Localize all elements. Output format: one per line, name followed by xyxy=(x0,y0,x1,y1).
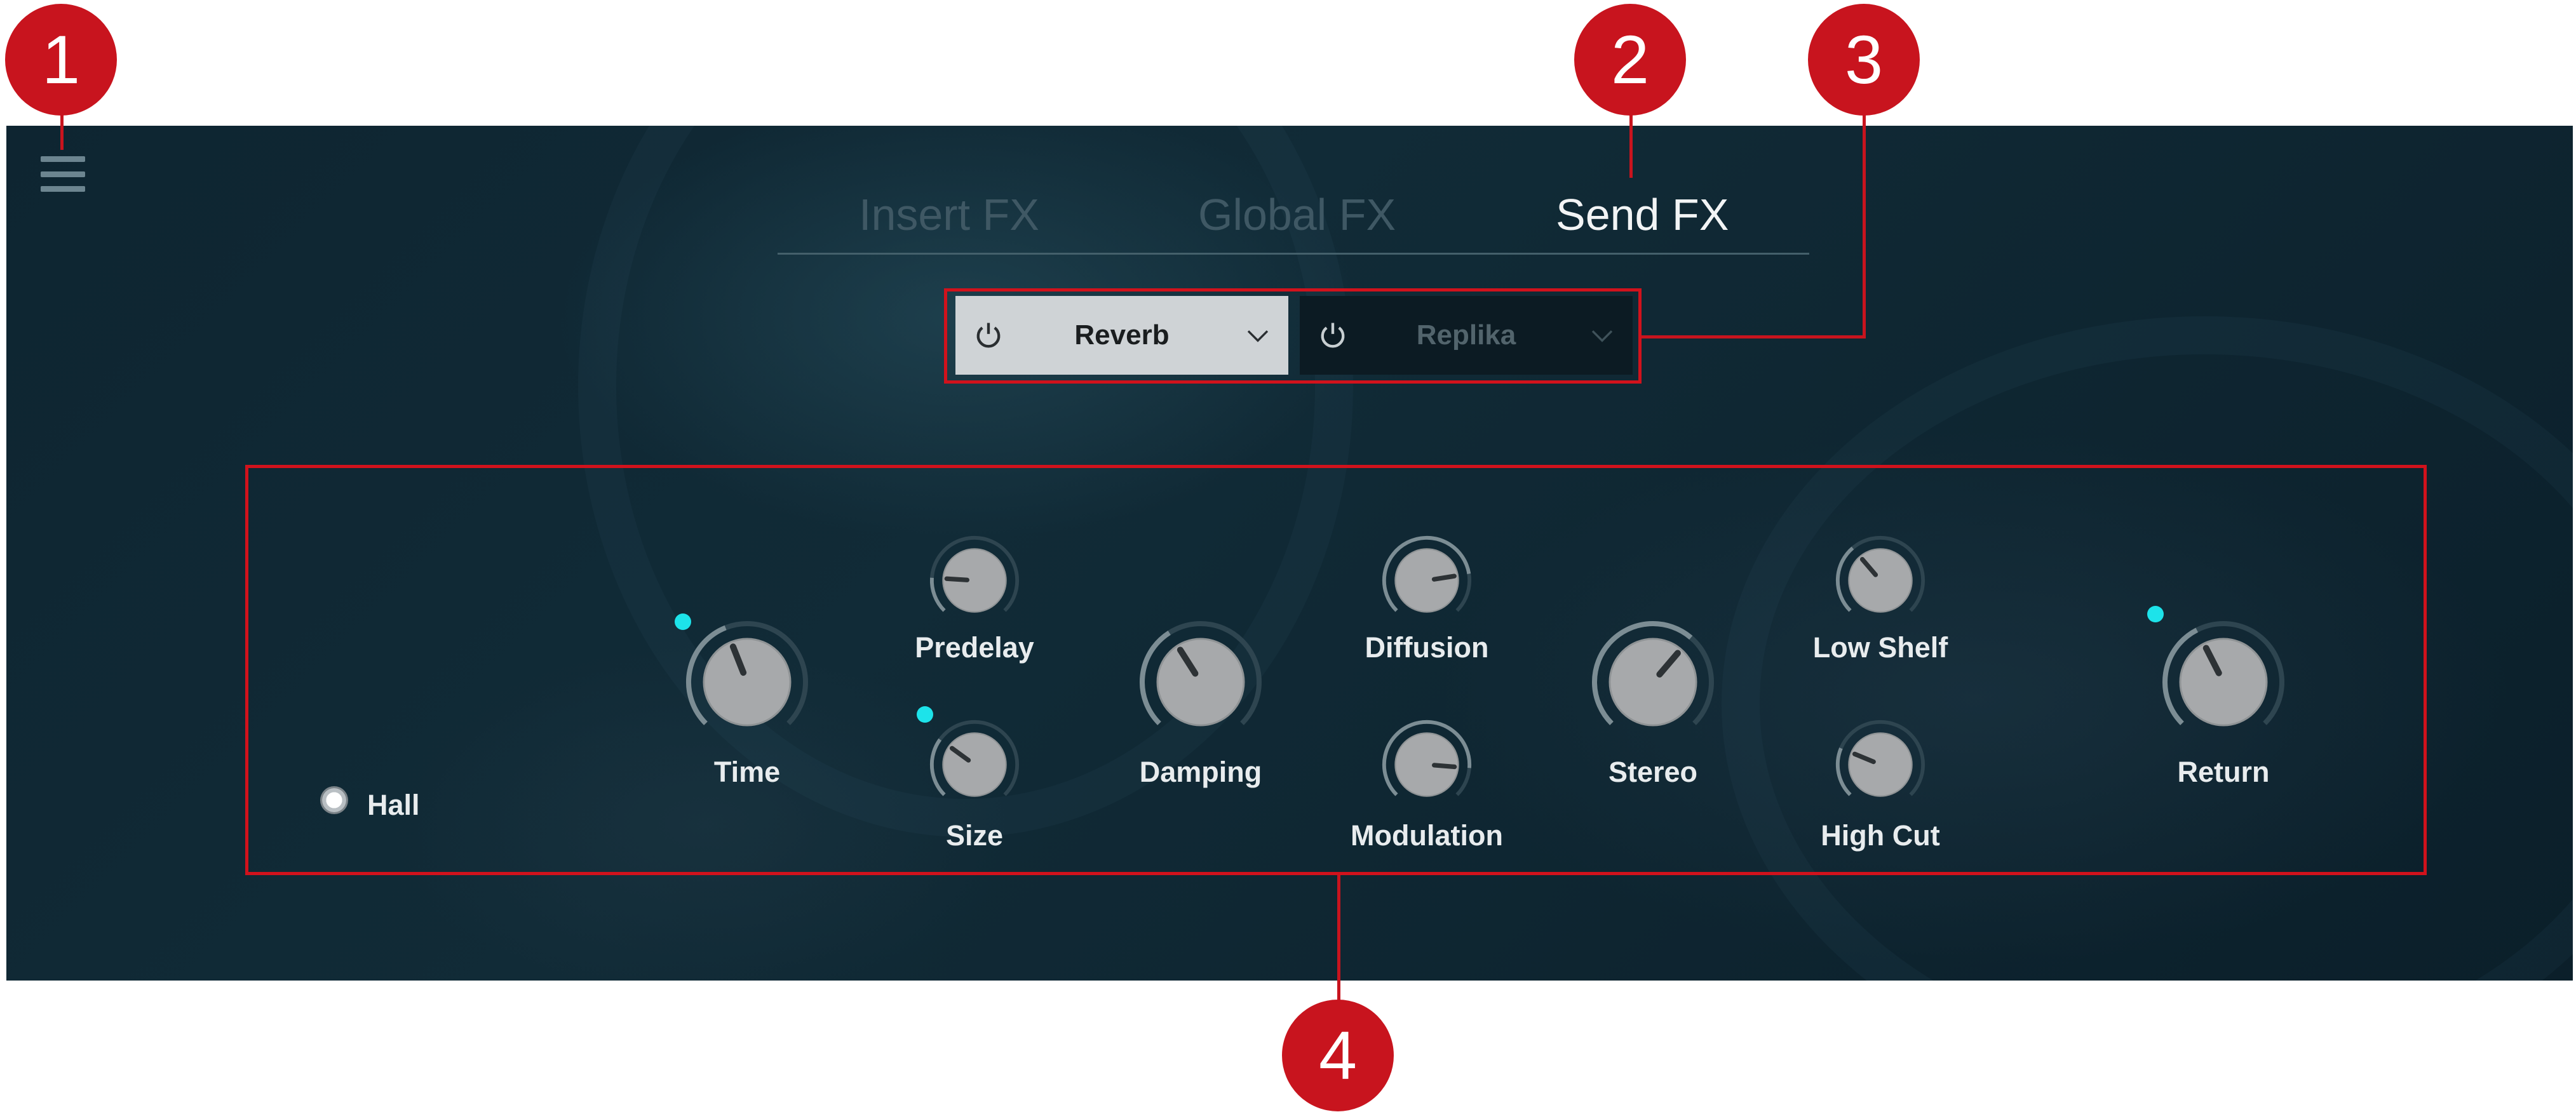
callout-badge-4: 4 xyxy=(1282,1000,1394,1111)
callout-line-3 xyxy=(1863,112,1866,338)
tab-insert-fx[interactable]: Insert FX xyxy=(859,183,1039,246)
callout-badge-1: 1 xyxy=(5,4,117,116)
fx-tab-bar: Insert FX Global FX Send FX xyxy=(778,183,1809,255)
tab-global-fx[interactable]: Global FX xyxy=(1198,183,1396,246)
tab-send-fx[interactable]: Send FX xyxy=(1556,183,1729,246)
slot-callout-box xyxy=(944,288,1642,384)
hamburger-menu-icon[interactable] xyxy=(41,156,85,192)
callout-badge-2: 2 xyxy=(1574,4,1686,116)
callout-line-2 xyxy=(1629,112,1633,178)
callout-line-3-horizontal xyxy=(1642,335,1866,338)
callout-line-1 xyxy=(60,112,64,150)
callout-line-4 xyxy=(1337,875,1340,1001)
callout-badge-3: 3 xyxy=(1808,4,1920,116)
controls-callout-box xyxy=(245,465,2427,875)
